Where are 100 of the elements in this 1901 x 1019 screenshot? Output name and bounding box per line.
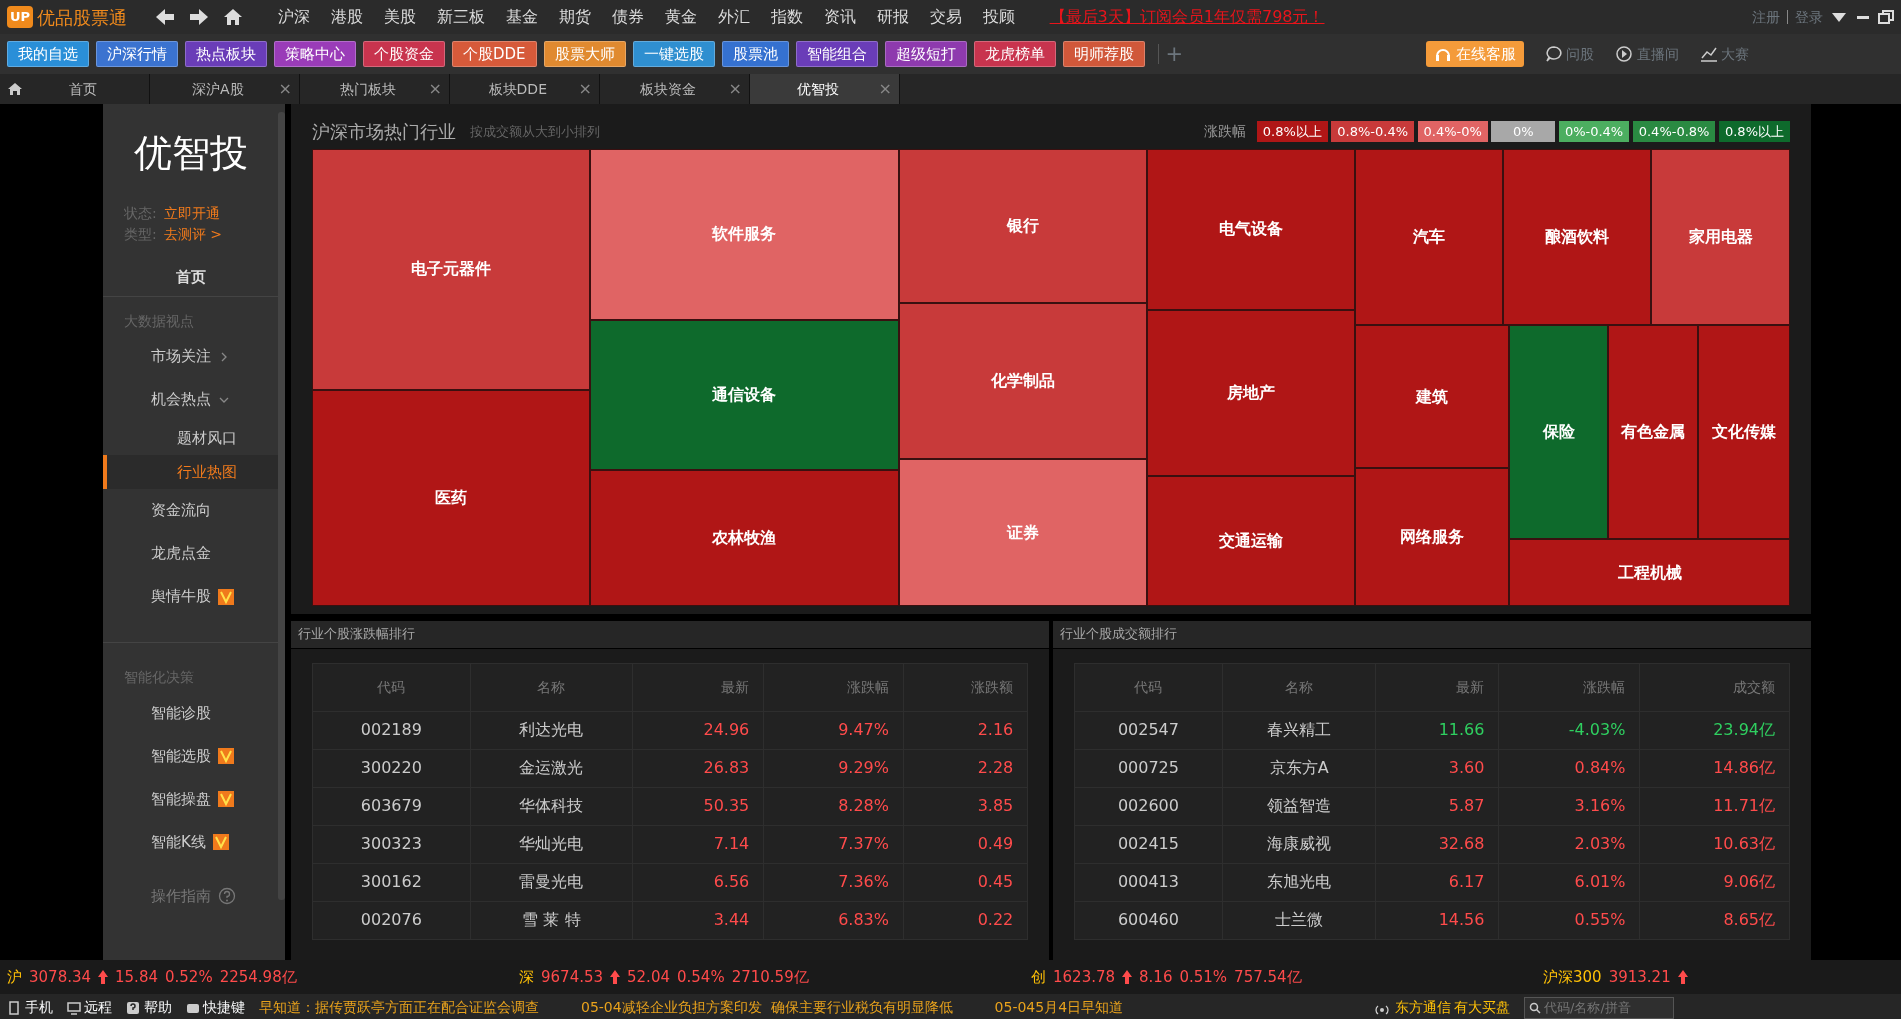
heatmap-tile[interactable]: 保险 [1509,324,1609,539]
close-icon[interactable]: × [428,77,442,101]
heatmap-tile[interactable]: 电气设备 [1147,148,1356,311]
menu-item[interactable]: 新三板 [436,5,485,29]
index-percent: 0.54% [677,966,725,988]
tab[interactable]: 优智投 × [750,74,900,104]
sidebar-item[interactable]: 舆情牛股 [103,575,278,618]
menu-item[interactable]: 债券 [611,5,644,29]
heatmap-tile[interactable]: 网络服务 [1355,468,1510,607]
toolbar-button[interactable]: 明师荐股 [1062,41,1145,67]
panel-title: 沪深市场热门行业 [312,120,456,144]
toolbar-button[interactable]: 一键选股 [632,41,715,67]
table-cell: 9.29% [763,749,904,787]
toolbar-button[interactable]: 个股资金 [363,41,445,67]
heatmap-tile[interactable]: 工程机械 [1509,538,1790,607]
sidebar-item[interactable]: 资金流向 [103,489,278,532]
news-link[interactable]: 05-04减轻企业负担方案印发 确保主要行业税负有明显降低 [581,997,953,1018]
column-header: 代码 [1074,663,1223,711]
status-link[interactable]: 远程 [84,997,112,1018]
menu-item[interactable]: 黄金 [664,5,697,29]
heatmap-tile[interactable]: 医药 [312,390,590,607]
toolbar-button[interactable]: 策略中心 [274,41,356,67]
toolbar-button[interactable]: 沪深行情 [96,41,178,67]
table-cell: 26.83 [632,749,764,787]
heatmap-tile[interactable]: 文化传媒 [1698,324,1790,539]
column-header: 涨跌额 [903,663,1028,711]
toolbar-button[interactable]: 个股DDE [452,41,537,67]
menu-item[interactable]: 沪深 [277,5,310,29]
menu-item[interactable]: 投顾 [982,5,1015,29]
table-cell: 7.37% [763,825,904,863]
heatmap-tile[interactable]: 酿酒饮料 [1503,148,1652,325]
status-link[interactable]: 立即开通 [163,203,220,224]
scrollbar[interactable] [278,112,285,900]
heatmap-tile[interactable]: 家用电器 [1651,148,1790,325]
index-name: 深 [519,966,534,988]
dropdown-icon[interactable] [1830,10,1848,24]
menu-item[interactable]: 外汇 [717,5,750,29]
table-cell: 000413 [1074,863,1223,901]
menu-item[interactable]: 指数 [770,5,803,29]
heatmap-tile[interactable]: 建筑 [1355,324,1510,469]
forward-arrow-icon[interactable] [188,8,209,26]
toolbar-button[interactable]: 智能组合 [795,41,878,67]
legend-item: 0.8%-0.4% [1331,120,1415,143]
home-icon[interactable] [222,8,243,26]
back-arrow-icon[interactable] [154,8,175,26]
restore-icon[interactable] [1878,10,1894,24]
sidebar-item[interactable]: 题材风口 [103,421,278,455]
legend-item: 0.4%-0% [1417,120,1488,143]
news-link[interactable]: 05-045月4日早知道 [994,997,1124,1018]
close-icon[interactable]: × [578,77,592,101]
play-icon [1615,45,1634,63]
menu-item[interactable]: 交易 [929,5,962,29]
toolbar-button[interactable]: 超级短打 [884,41,967,67]
search-field[interactable]: 代码/名称/拼音 [1524,996,1674,1019]
heatmap-tile[interactable]: 通信设备 [589,319,899,471]
sidebar-item[interactable]: 龙虎点金 [103,532,278,575]
toolbar-button[interactable]: 股票池 [721,41,789,67]
sidebar-item[interactable]: 行业热图 [103,455,278,489]
menu-item[interactable]: 资讯 [823,5,856,29]
close-icon[interactable]: × [728,77,742,101]
table-cell: 23.94亿 [1639,711,1790,749]
toolbar-button[interactable]: 热点板块 [185,41,267,67]
menu-item[interactable]: 基金 [505,5,538,29]
column-header: 涨跌幅 [763,663,904,711]
heatmap-tile[interactable]: 交通运输 [1147,475,1356,607]
menu-item[interactable]: 研报 [876,5,909,29]
status-link[interactable]: 帮助 [143,997,172,1018]
table-cell: 0.45 [903,863,1028,901]
status-link[interactable]: 手机 [24,997,53,1018]
sidebar-item[interactable]: 智能操盘 [103,777,278,821]
sidebar-item[interactable]: 市场关注 [103,335,278,378]
index-change: 8.16 [1139,966,1173,988]
heatmap-tile[interactable]: 房地产 [1147,310,1356,476]
sidebar-item[interactable]: 智能诊股 [103,691,278,735]
heatmap-tile[interactable]: 汽车 [1355,148,1504,325]
close-icon[interactable]: × [278,77,292,101]
chat-bubble-icon [1544,45,1563,63]
news-label: 早知道： [259,998,315,1017]
heatmap-tile[interactable]: 化学制品 [898,302,1148,460]
stock-alert-name[interactable]: 东方通信 [1394,997,1451,1018]
heatmap-tile[interactable]: 银行 [898,148,1148,303]
heatmap-tile[interactable]: 农林牧渔 [589,470,899,607]
menu-item[interactable]: 美股 [383,5,416,29]
sidebar-item[interactable]: 机会热点 [103,378,278,421]
status-link[interactable]: 去测评 > [163,224,222,245]
toolbar-button[interactable]: 龙虎榜单 [973,41,1056,67]
status-link[interactable]: 快捷键 [203,997,245,1018]
legend-item: 0.4%-0.8% [1632,120,1716,143]
menu-item[interactable]: 港股 [330,5,363,29]
heatmap-tile[interactable]: 电子元器件 [312,148,590,391]
sidebar-item[interactable]: 智能K线 [103,820,278,864]
table-cell: 京东方A [1222,749,1376,787]
legend-item: 0%-0.4% [1558,120,1630,143]
heatmap-tile[interactable]: 有色金属 [1608,324,1699,539]
table-cell: 11.66 [1375,711,1499,749]
line-chart-icon [1699,45,1718,63]
menu-item[interactable]: 期货 [558,5,591,29]
vip-badge-icon [218,748,234,764]
sidebar-item[interactable]: 智能选股 [103,734,278,778]
news-link[interactable]: 据传贾跃亭方面正在配合证监会调查 [315,997,539,1018]
